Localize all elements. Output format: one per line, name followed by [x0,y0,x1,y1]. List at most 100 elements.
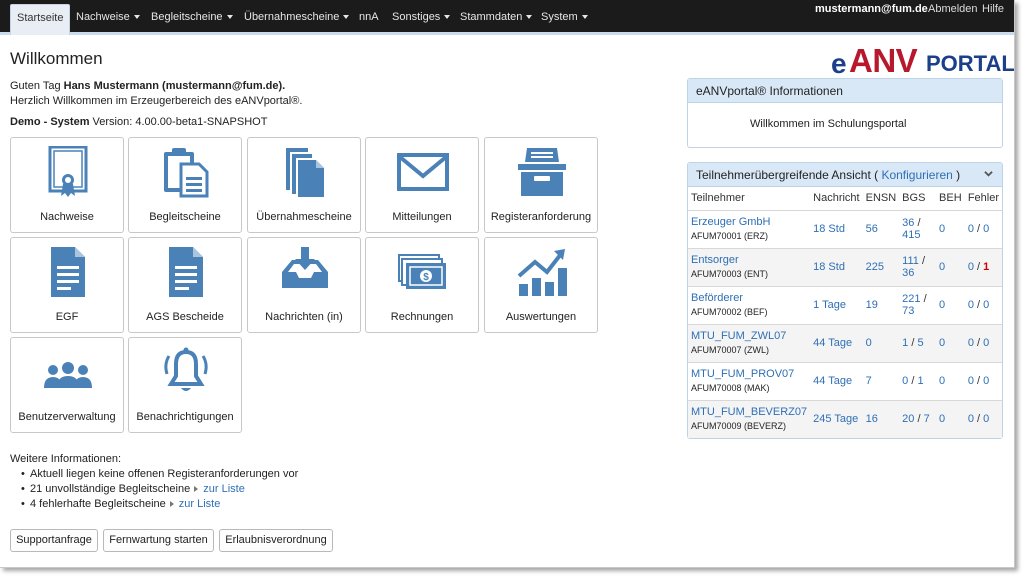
bell-icon [164,347,208,391]
envelope-icon [397,153,449,191]
nachricht-value[interactable]: 18 Std [813,261,845,273]
beh-value[interactable]: 0 [939,413,945,425]
chevron-down-icon[interactable] [984,169,993,178]
nav-item-system[interactable]: System [541,0,588,35]
participants-panel: Teilnehmerübergreifende Ansicht ( Konfig… [687,162,1003,439]
participant-name-link[interactable]: Beförderer [691,291,807,305]
tile-uebernahmescheine[interactable]: Übernahmescheine [247,137,361,233]
fehler-b-value[interactable]: 0 [983,299,989,311]
beh-value[interactable]: 0 [939,223,945,235]
nav-item-nna[interactable]: nnA [359,0,379,35]
nav-item-startseite[interactable]: Startseite [10,4,71,35]
ensn-value[interactable]: 0 [866,337,872,349]
nachricht-value[interactable]: 18 Std [813,223,845,235]
tile-label: EGF [55,311,79,323]
participant-name-link[interactable]: Entsorger [691,253,807,267]
fehler-cell: 0 / 0 [964,210,1002,249]
info-item-text: Aktuell liegen keine offenen Registeranf… [30,468,299,480]
beh-value[interactable]: 0 [939,261,945,273]
bgs-total-value[interactable]: 5 [917,337,923,349]
participant-cell: MTU_FUM_ZWL07 AFUM70007 (ZWL) [688,324,811,363]
ensn-value[interactable]: 16 [866,413,878,425]
bgs-open-value[interactable]: 221 [902,293,920,305]
configure-link[interactable]: Konfigurieren [881,168,952,182]
fehler-b-value[interactable]: 0 [983,413,989,425]
table-row: MTU_FUM_PROV07 AFUM70008 (MAK) 44 Tage 7 0 /… [688,362,1002,401]
ensn-value[interactable]: 7 [866,375,872,387]
nav-label: nnA [359,11,379,23]
bgs-total-value[interactable]: 7 [924,413,930,425]
bgs-open-value[interactable]: 111 [902,255,919,267]
bgs-total-value[interactable]: 73 [902,305,914,317]
participant-name-link[interactable]: MTU_FUM_PROV07 [691,367,807,381]
fehler-b-value[interactable]: 0 [983,375,989,387]
tile-nachweise[interactable]: Nachweise [10,137,124,233]
list-link[interactable]: zur Liste [179,498,221,510]
beh-value[interactable]: 0 [939,337,945,349]
nav-item-begleitscheine[interactable]: Begleitscheine [151,0,233,35]
nav-label: Übernahmescheine [244,11,340,23]
participant-id: AFUM70008 (MAK) [691,383,770,393]
nachricht-value[interactable]: 44 Tage [813,375,852,387]
inbox-icon [282,247,328,288]
tile-rechnungen[interactable]: $ Rechnungen [365,237,479,333]
nachricht-value[interactable]: 245 Tage [813,413,858,425]
ensn-cell: 225 [862,248,900,287]
beh-value[interactable]: 0 [939,375,945,387]
participant-name-link[interactable]: MTU_FUM_BEVERZ07 [691,405,807,419]
beh-cell: 0 [936,324,965,363]
tile-mitteilungen[interactable]: Mitteilungen [365,137,479,233]
tile-label: Übernahmescheine [256,211,352,223]
help-link[interactable]: Hilfe [982,2,1004,16]
logout-link[interactable]: Abmelden [928,2,978,16]
remote-maintenance-button[interactable]: Fernwartung starten [103,529,214,552]
ensn-value[interactable]: 56 [866,223,878,235]
participant-name-link[interactable]: MTU_FUM_ZWL07 [691,329,807,343]
nav-item-stammdaten[interactable]: Stammdaten [460,0,533,35]
tile-registeranforderung[interactable]: Registeranforderung [484,137,598,233]
bgs-total-value[interactable]: 1 [917,375,923,387]
support-request-button[interactable]: Supportanfrage [10,529,98,552]
info-panel-body: Willkommen im Schulungsportal [750,118,907,130]
tile-nachrichten-in[interactable]: Nachrichten (in) [247,237,361,333]
version-text: Version: 4.00.00-beta1-SNAPSHOT [89,116,268,128]
participant-cell: MTU_FUM_BEVERZ07 AFUM70009 (BEVERZ) [688,400,811,438]
nav-item-nachweise[interactable]: Nachweise [76,0,140,35]
tile-label: Nachweise [40,211,94,223]
tile-benutzerverwaltung[interactable]: Benutzerverwaltung [10,337,124,433]
table-row: Beförderer AFUM70002 (BEF) 1 Tage 19 221 / 7… [688,286,1002,325]
tile-auswertungen[interactable]: Auswertungen [484,237,598,333]
user-email[interactable]: mustermann@fum.de [815,2,928,16]
greeting-name: Hans Mustermann (mustermann@fum.de). [63,80,286,92]
nav-item-sonstiges[interactable]: Sonstiges [392,0,451,35]
tile-ags-bescheide[interactable]: AGS Bescheide [128,237,242,333]
separator: / [973,223,984,235]
fehler-b-value[interactable]: 0 [983,337,989,349]
ensn-value[interactable]: 225 [866,261,884,273]
bgs-open-value[interactable]: 20 [902,413,914,425]
ensn-value[interactable]: 19 [866,299,878,311]
list-link[interactable]: zur Liste [203,483,245,495]
nachricht-value[interactable]: 44 Tage [813,337,852,349]
nav-item-uebernahmescheine[interactable]: Übernahmescheine [244,0,350,35]
tile-egf[interactable]: EGF [10,237,124,333]
fehler-b-value[interactable]: 0 [983,223,989,235]
permit-regulation-button[interactable]: Erlaubnisverordnung [219,529,333,552]
participant-id: AFUM70003 (ENT) [691,269,769,279]
fehler-b-value[interactable]: 1 [983,261,989,273]
tile-benachrichtigungen[interactable]: Benachrichtigungen [128,337,242,433]
nachricht-value[interactable]: 1 Tage [813,299,846,311]
info-panel: eANVportal® Informationen Willkommen im … [687,78,1003,148]
caret-down-icon [526,15,533,20]
bgs-total-value[interactable]: 415 [902,229,920,241]
beh-value[interactable]: 0 [939,299,945,311]
tile-begleitscheine[interactable]: Begleitscheine [128,137,242,233]
info-item: Aktuell liegen keine offenen Registeranf… [21,468,299,480]
participant-name-link[interactable]: Erzeuger GmbH [691,215,807,229]
bgs-open-value[interactable]: 36 [902,217,914,229]
bgs-total-value[interactable]: 36 [902,267,914,279]
nachricht-cell: 18 Std [810,248,863,287]
column-header: Fehler [964,187,1002,211]
bgs-cell: 1 / 5 [899,324,937,363]
separator: / [973,299,984,311]
